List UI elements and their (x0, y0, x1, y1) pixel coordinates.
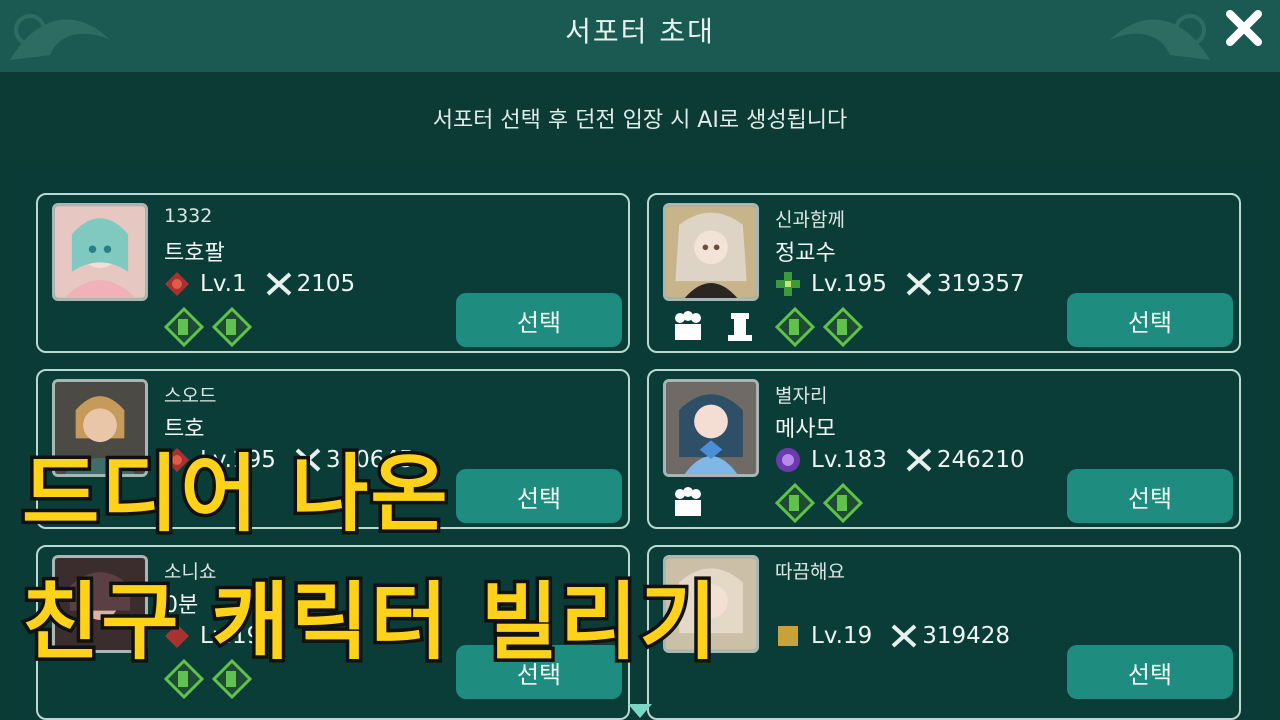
skill-diamond-icon (212, 307, 252, 347)
overlay-caption-line1: 드디어 나온 (19, 445, 452, 543)
combat-power: 319357 (936, 271, 1025, 297)
character-name: 정교수 (775, 241, 836, 266)
character-portrait-icon (55, 206, 145, 298)
overlay-caption-line2: 친구 캐릭터 빌리기 (19, 573, 721, 671)
skill-diamond-icon (823, 307, 863, 347)
party-icon (675, 487, 701, 516)
level: Lv.195 (811, 271, 887, 297)
party-icon (675, 311, 701, 340)
class-icon (778, 626, 798, 646)
status-badges (671, 309, 757, 343)
skill-badges (775, 307, 863, 347)
avatar (663, 379, 759, 477)
character-name: 트호팔 (164, 241, 225, 266)
level: Lv.183 (811, 447, 887, 473)
crossed-swords-icon (906, 272, 932, 296)
guild-name: 스오드 (164, 385, 217, 407)
stats-row: Lv.195 319357 (775, 269, 1025, 299)
supporter-card: 신과함께 정교수 Lv.195 319357 선택 (647, 193, 1241, 353)
combat-power: 246210 (936, 447, 1025, 473)
select-button[interactable]: 선택 (456, 469, 622, 523)
guild-name: 따끔해요 (775, 561, 845, 583)
class-icon (165, 272, 189, 296)
crossed-swords-icon (266, 272, 291, 296)
crossed-swords-icon (891, 624, 917, 648)
skill-diamond-icon (775, 483, 815, 523)
scroll-down-icon[interactable] (626, 700, 654, 720)
stats-row: Lv.1 2105 (164, 269, 355, 299)
character-name: 트호 (164, 417, 205, 442)
guild-name: 1332 (164, 205, 213, 227)
combat-power: 2105 (296, 271, 356, 297)
guild-name: 신과함께 (775, 209, 845, 231)
skill-badges (164, 307, 252, 347)
stats-row: Lv.183 246210 (775, 445, 1025, 475)
class-icon (776, 272, 800, 296)
character-portrait-icon (666, 206, 756, 298)
supporter-card: 1332 트호팔 Lv.1 2105 선택 (36, 193, 630, 353)
avatar (52, 203, 148, 301)
dialog-title: 서포터 초대 (565, 15, 715, 48)
avatar (663, 203, 759, 301)
select-button[interactable]: 선택 (456, 293, 622, 347)
stats-row: Lv.19 319428 (775, 621, 1010, 651)
close-icon[interactable] (1222, 6, 1266, 50)
skill-diamond-icon (164, 307, 204, 347)
supporter-card: 별자리 메사모 Lv.183 246210 선택 (647, 369, 1241, 529)
select-button[interactable]: 선택 (1067, 645, 1233, 699)
skill-badges (775, 483, 863, 523)
character-name: 메사모 (775, 417, 836, 442)
select-button[interactable]: 선택 (1067, 293, 1233, 347)
tower-icon (728, 313, 752, 341)
dialog-subtitle: 서포터 선택 후 던전 입장 시 AI로 생성됩니다 (432, 108, 848, 133)
supporter-card: 따끔해요 Lv.19 319428 선택 (647, 545, 1241, 720)
guild-name: 별자리 (775, 385, 828, 407)
skill-diamond-icon (775, 307, 815, 347)
class-icon (776, 448, 800, 472)
level: Lv.1 (200, 271, 247, 297)
top-bar: 서포터 초대 (0, 0, 1280, 72)
status-badges (671, 485, 705, 519)
crossed-swords-icon (906, 448, 932, 472)
character-portrait-icon (666, 382, 756, 474)
select-button[interactable]: 선택 (1067, 469, 1233, 523)
combat-power: 319428 (922, 623, 1011, 649)
skill-diamond-icon (823, 483, 863, 523)
level: Lv.19 (811, 623, 873, 649)
